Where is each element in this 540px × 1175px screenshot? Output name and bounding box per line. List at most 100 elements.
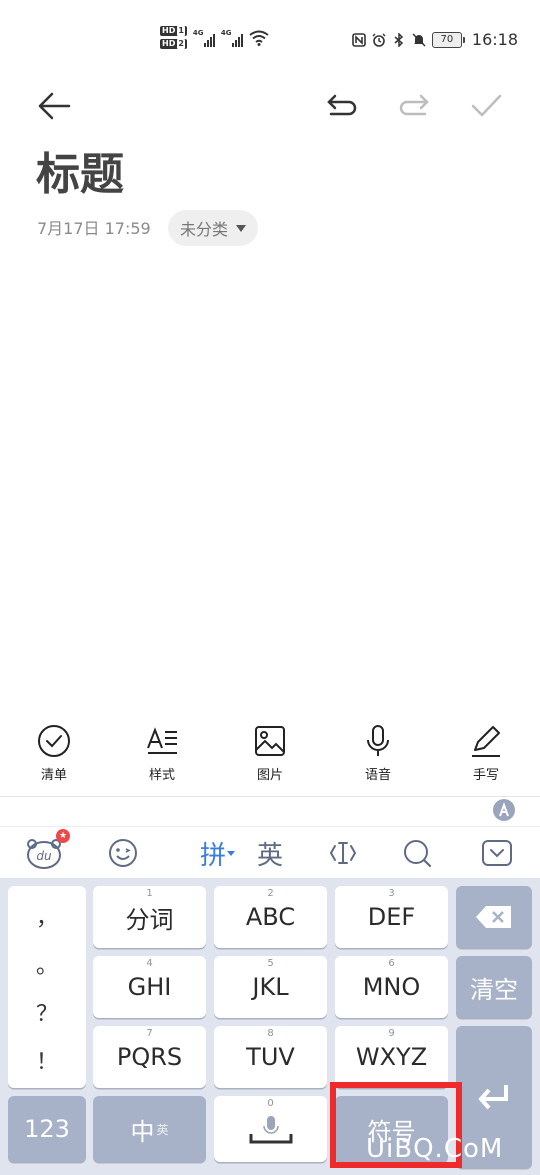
undo-button[interactable] (322, 88, 362, 124)
key-number: 3 (388, 888, 395, 899)
key-2-abc[interactable]: 2 ABC (214, 886, 327, 948)
key-number: 7 (146, 1028, 153, 1039)
backspace-icon (476, 906, 511, 928)
hd-badge-2: HD 2 (160, 39, 187, 49)
text-style-icon (147, 727, 177, 754)
microphone-icon (367, 725, 389, 756)
microphone-icon (249, 1116, 292, 1144)
image-label: 图片 (256, 768, 283, 783)
clear-label: 清空 (470, 975, 518, 1004)
watermark: UiBQ.CoM (366, 1134, 504, 1164)
image-icon (255, 726, 285, 756)
undo-icon (327, 94, 357, 116)
divider (0, 796, 540, 797)
mute-bell-icon (412, 32, 426, 47)
key-number: 0 (267, 1098, 274, 1109)
handwriting-label: 手写 (472, 768, 499, 783)
key-number: 8 (267, 1028, 274, 1039)
key-label: MNO (362, 973, 421, 1001)
key-1-segment[interactable]: 1 分词 (93, 886, 206, 948)
hide-keyboard-button[interactable] (474, 827, 520, 879)
battery-icon: 70 (431, 31, 465, 48)
redo-icon (399, 94, 429, 116)
text-cursor-icon (329, 842, 357, 864)
status-bar: HD 1 HD 2 4G 4G 70 16:18 (0, 0, 540, 80)
symbol-exclamation[interactable]: ！ (8, 1044, 86, 1076)
key-number: 5 (267, 958, 274, 969)
key-number: 9 (388, 1028, 395, 1039)
keyboard-collapse-icon (482, 840, 512, 866)
text-style-button[interactable]: 样式 (108, 718, 216, 796)
key-label: TUV (246, 1043, 295, 1071)
hd-label: HD (162, 39, 176, 48)
caret-down-icon (227, 851, 235, 856)
note-date: 7月17日 17:59 (37, 219, 151, 238)
key-6-mno[interactable]: 6 MNO (335, 956, 448, 1018)
handwriting-button[interactable]: 手写 (432, 718, 540, 796)
key-label: PQRS (116, 1043, 183, 1071)
symbol-comma[interactable]: ， (8, 900, 86, 932)
pen-icon (472, 726, 500, 757)
ime-toolbar: du 拼 英 (0, 826, 540, 879)
key-5-jkl[interactable]: 5 JKL (214, 956, 327, 1018)
enter-icon (478, 1085, 508, 1110)
redo-button[interactable] (394, 88, 434, 124)
back-button[interactable] (34, 88, 74, 124)
key-label: WXYZ (355, 1043, 428, 1071)
space-button[interactable]: 0 (214, 1096, 327, 1162)
symbol-period[interactable]: 。 (8, 948, 86, 980)
key-number: 6 (388, 958, 395, 969)
note-editor[interactable] (0, 250, 540, 710)
image-button[interactable]: 图片 (216, 718, 324, 796)
wifi-icon (249, 30, 269, 46)
network-type: 4G (220, 28, 232, 37)
emoji-icon (109, 839, 137, 867)
key-label: ABC (245, 903, 296, 931)
category-dropdown[interactable]: 未分类 (168, 210, 259, 246)
backspace-button[interactable] (456, 886, 532, 948)
numbers-button[interactable]: 123 (8, 1096, 86, 1162)
symbol-column[interactable]: ， 。 ？ ！ (8, 886, 86, 1088)
hd-indicators: HD 1 HD 2 (160, 26, 187, 49)
language-switch-button[interactable]: 中英 (93, 1096, 206, 1162)
cursor-button[interactable] (320, 827, 366, 879)
english-mode-button[interactable]: 英 (252, 827, 288, 879)
clear-button[interactable]: 清空 (456, 956, 532, 1018)
checklist-button[interactable]: 清单 (0, 718, 108, 796)
pinyin-mode-button[interactable]: 拼 (198, 827, 238, 879)
key-9-wxyz[interactable]: 9 WXYZ (335, 1026, 448, 1088)
checklist-icon (38, 725, 70, 757)
key-4-ghi[interactable]: 4 GHI (93, 956, 206, 1018)
key-label: DEF (367, 903, 416, 931)
svg-text:du: du (36, 849, 52, 863)
save-button[interactable] (466, 88, 506, 124)
key-label: 分词 (125, 905, 174, 934)
key-3-def[interactable]: 3 DEF (335, 886, 448, 948)
bluetooth-icon (394, 32, 403, 47)
arrow-left-icon (38, 92, 71, 120)
symbol-question[interactable]: ？ (8, 996, 86, 1028)
search-button[interactable] (394, 827, 440, 879)
note-title[interactable]: 标题 (36, 148, 124, 202)
network-type: 4G (192, 28, 204, 37)
signal-1-icon: 4G (193, 29, 215, 47)
keyboard-skin-icon[interactable] (492, 798, 516, 822)
key-7-pqrs[interactable]: 7 PQRS (93, 1026, 206, 1088)
numbers-label: 123 (24, 1115, 70, 1143)
hd-sim: 2 (177, 39, 185, 49)
checklist-label: 清单 (40, 768, 67, 783)
voice-button[interactable]: 语音 (324, 718, 432, 796)
category-label: 未分类 (180, 220, 229, 239)
clock: 16:18 (471, 30, 518, 49)
english-label: 英 (256, 840, 283, 871)
nfc-icon (352, 32, 366, 47)
key-label: GHI (127, 973, 172, 1001)
search-icon (404, 840, 432, 868)
zh-label: 中 (130, 1117, 155, 1146)
voice-label: 语音 (364, 768, 391, 783)
emoji-button[interactable] (100, 827, 146, 879)
alarm-icon (372, 33, 386, 47)
key-number: 4 (146, 958, 153, 969)
signal-2-icon: 4G (221, 29, 243, 47)
key-8-tuv[interactable]: 8 TUV (214, 1026, 327, 1088)
